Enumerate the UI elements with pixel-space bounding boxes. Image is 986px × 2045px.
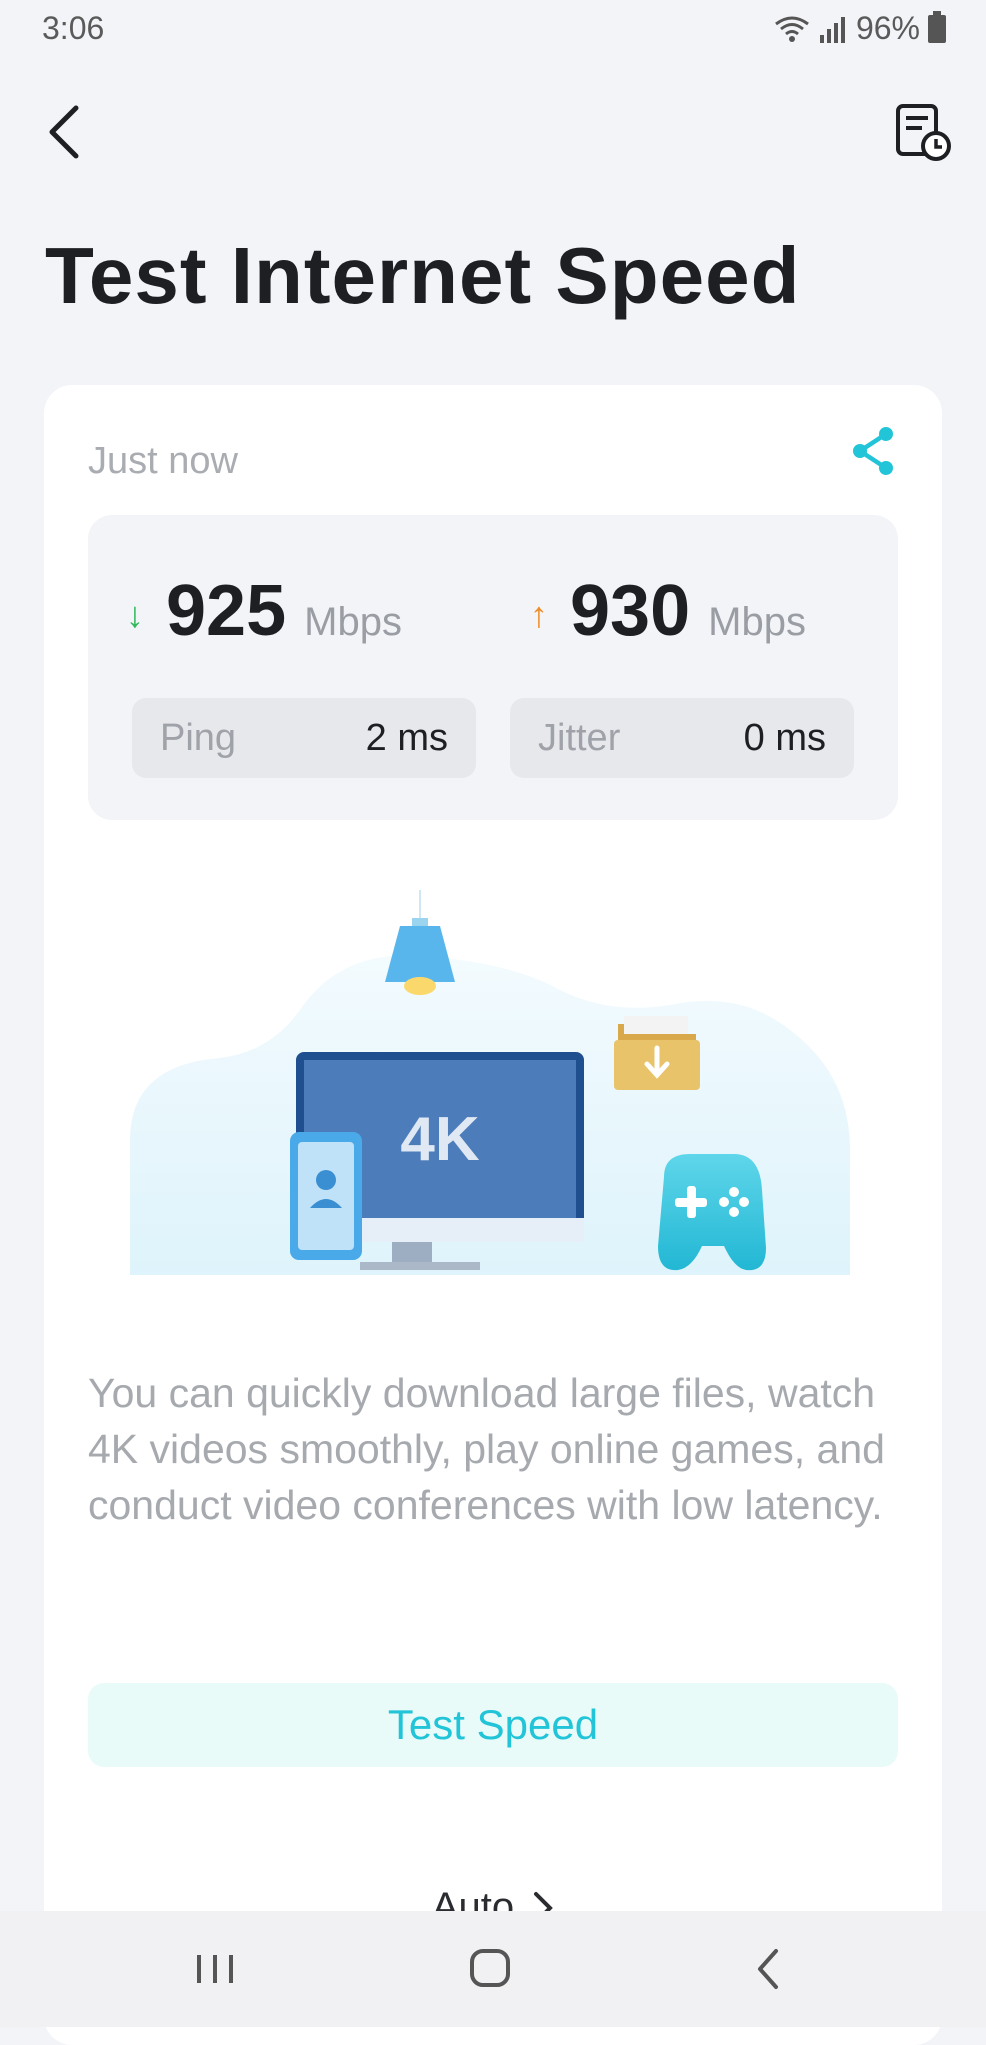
jitter-value: 0 ms [743, 716, 826, 759]
signal-icon [819, 16, 845, 43]
test-speed-button[interactable]: Test Speed [88, 1683, 898, 1767]
page-title: Test Internet Speed [45, 231, 801, 320]
download-value: 925 [166, 571, 287, 651]
jitter-metric: Jitter 0 ms [510, 698, 854, 778]
arrow-up-icon: ↑ [530, 594, 548, 635]
back-icon[interactable] [740, 1941, 800, 1997]
result-description: You can quickly download large files, wa… [88, 1370, 885, 1528]
illustration-4k-text: 4K [400, 1105, 479, 1174]
result-card: Just now ↓ 925 Mbps ↑ 930 Mbps Ping 2 ms… [44, 385, 942, 2045]
upload-unit: Mbps [708, 600, 806, 644]
battery-percent: 96% [855, 10, 920, 46]
ping-label: Ping [160, 716, 237, 759]
status-bar: 3:06 96% [0, 0, 986, 58]
status-icons: 96% [772, 10, 946, 47]
ping-value: 2 ms [365, 716, 448, 759]
arrow-down-icon: ↓ [126, 594, 144, 635]
result-timestamp: Just now [88, 440, 238, 482]
speed-results-panel: ↓ 925 Mbps ↑ 930 Mbps Ping 2 ms Jitter 0… [88, 515, 898, 820]
jitter-label: Jitter [538, 716, 621, 759]
home-icon[interactable] [460, 1941, 520, 1997]
system-nav-bar [0, 1911, 986, 2027]
wifi-icon [775, 16, 809, 42]
speed-illustration: 4K [130, 890, 850, 1275]
ping-metric: Ping 2 ms [132, 698, 476, 778]
status-time: 3:06 [42, 10, 105, 46]
share-icon[interactable] [850, 425, 898, 477]
download-speed: ↓ 925 Mbps [126, 570, 402, 652]
recent-apps-icon[interactable] [185, 1941, 245, 1997]
download-unit: Mbps [304, 600, 402, 644]
battery-icon [928, 10, 946, 43]
upload-speed: ↑ 930 Mbps [530, 570, 806, 652]
report-history-icon[interactable] [890, 100, 954, 164]
chevron-left-icon[interactable] [42, 100, 86, 164]
upload-value: 930 [570, 571, 691, 651]
